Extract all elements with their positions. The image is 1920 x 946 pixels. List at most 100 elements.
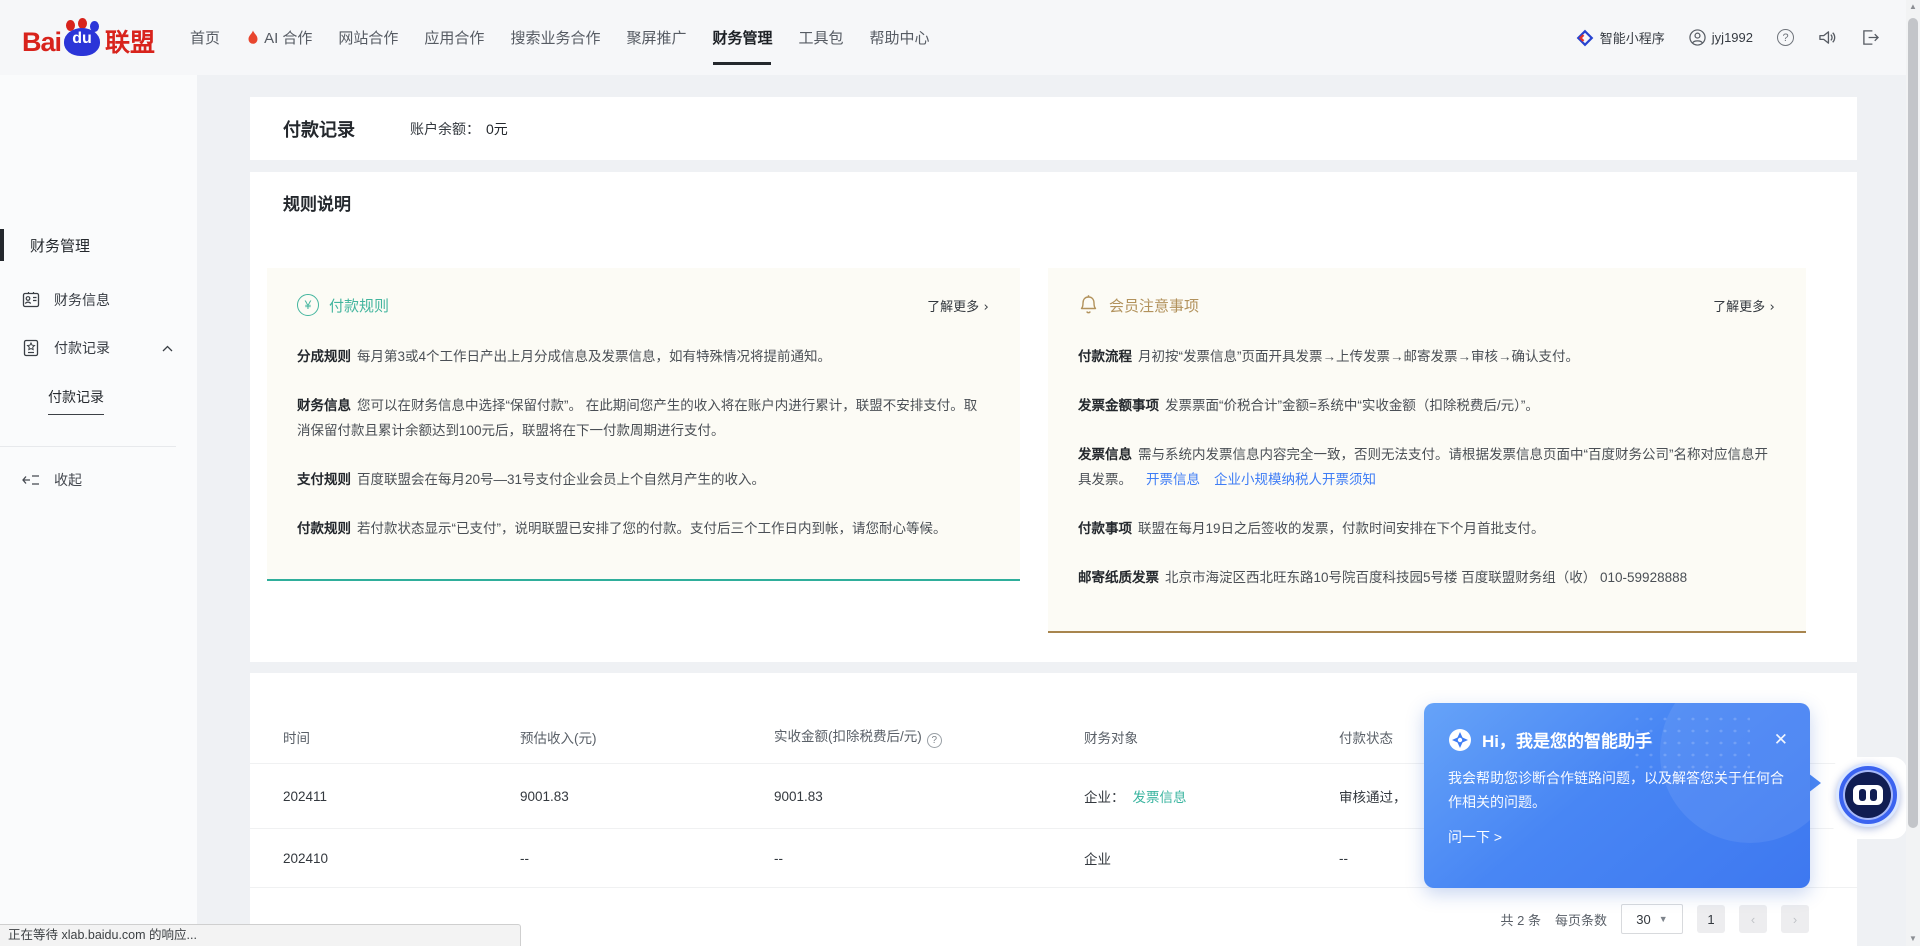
flame-icon: [246, 30, 260, 46]
logout-icon[interactable]: [1861, 29, 1880, 46]
browser-status-bar: 正在等待 xlab.baidu.com 的响应...: [0, 924, 521, 946]
total-count: 共 2 条: [1501, 910, 1541, 929]
cell-actual: --: [774, 851, 1084, 866]
rule-text: 若付款状态显示“已支付”，说明联盟已安排了您的付款。支付后三个工作日内到帐，请您…: [357, 521, 947, 536]
nav-item-search-biz[interactable]: 搜索业务合作: [497, 0, 613, 75]
payment-rules-title: 付款规则: [329, 295, 389, 316]
rule-label: 付款事项: [1078, 521, 1132, 536]
top-navbar: Bai du 联盟 首页 AI 合作 网站合作 应用合作 搜索业务合作 聚屏推广…: [0, 0, 1920, 75]
nav-item-ai[interactable]: AI 合作: [233, 0, 325, 75]
sidebar-active-indicator: [0, 229, 4, 261]
sidebar-item-finance-info[interactable]: 财务信息: [22, 290, 177, 310]
payment-rules-more-link[interactable]: 了解更多›: [927, 296, 990, 315]
next-page-button[interactable]: ›: [1781, 905, 1809, 933]
rule-label: 支付规则: [297, 472, 351, 487]
yen-circle-icon: ¥: [297, 294, 319, 316]
nav-item-home[interactable]: 首页: [177, 0, 233, 75]
scrollbar: ▲ ▼: [1906, 0, 1920, 946]
page-header-band: 付款记录 账户余额： 0元: [250, 97, 1857, 160]
speaker-icon[interactable]: [1818, 29, 1837, 46]
prev-page-button[interactable]: ‹: [1739, 905, 1767, 933]
invoice-info-row-link[interactable]: 发票信息: [1133, 790, 1187, 805]
scroll-down-arrow[interactable]: ▼: [1906, 932, 1920, 946]
bell-icon: [1078, 294, 1099, 316]
nav-item-help-center[interactable]: 帮助中心: [857, 0, 943, 75]
member-notes-card: 会员注意事项 了解更多› 付款流程月初按“发票信息”页面开具发票→上传发票→邮寄…: [1048, 268, 1806, 633]
cell-finance-object: 企业：发票信息: [1084, 786, 1339, 806]
page-number-button[interactable]: 1: [1697, 905, 1725, 933]
col-header-actual: 实收金额(扣除税费后/元)?: [774, 725, 1084, 748]
rule-text: 发票票面“价税合计”金额=系统中“实收金额（扣除税费后/元）”。: [1165, 398, 1539, 413]
nav-item-app[interactable]: 应用合作: [411, 0, 497, 75]
sidebar-item-payment-records[interactable]: 付款记录: [22, 338, 177, 358]
user-icon: [1689, 29, 1706, 46]
sidebar-title-finance[interactable]: 财务管理: [30, 235, 90, 256]
rule-label: 付款规则: [297, 521, 351, 536]
per-page-label: 每页条数: [1555, 910, 1607, 929]
small-taxpayer-guide-link[interactable]: 企业小规模纳税人开票须知: [1214, 472, 1376, 487]
close-icon[interactable]: ✕: [1774, 731, 1788, 748]
sidebar: 财务管理 财务信息 付款记录 付款记录 收起: [0, 75, 197, 946]
logo-text-du: du: [62, 30, 102, 48]
help-icon[interactable]: ?: [1777, 29, 1794, 46]
nav-item-juping[interactable]: 聚屏推广: [613, 0, 699, 75]
nav-item-finance[interactable]: 财务管理: [699, 0, 785, 75]
ask-link[interactable]: 问一下 >: [1424, 827, 1810, 847]
baidu-union-logo[interactable]: Bai du 联盟: [22, 18, 155, 58]
col-header-time: 时间: [283, 727, 520, 747]
rule-text: 百度联盟会在每月20号—31号支付企业会员上个自然月产生的收入。: [357, 472, 765, 487]
cell-time: 202411: [283, 789, 520, 804]
balance-label: 账户余额：: [410, 119, 480, 139]
rule-label: 分成规则: [297, 349, 351, 364]
cell-estimated: --: [520, 851, 774, 866]
main-menu: 首页 AI 合作 网站合作 应用合作 搜索业务合作 聚屏推广 财务管理 工具包 …: [177, 0, 942, 75]
rules-section-title: 规则说明: [283, 190, 351, 215]
rule-label: 邮寄纸质发票: [1078, 570, 1159, 585]
sidebar-collapse-button[interactable]: 收起: [22, 470, 82, 490]
sidebar-divider: [0, 446, 176, 447]
member-notes-more-link[interactable]: 了解更多›: [1713, 296, 1776, 315]
miniapp-diamond-icon: [1576, 29, 1594, 47]
scrollbar-thumb[interactable]: [1908, 18, 1918, 828]
rule-label: 付款流程: [1078, 349, 1132, 364]
logo-text-bai: Bai: [22, 27, 61, 58]
collapse-icon: [22, 473, 40, 487]
scroll-up-arrow[interactable]: ▲: [1906, 0, 1920, 14]
rule-label: 发票信息: [1078, 447, 1132, 462]
rule-label: 财务信息: [297, 398, 351, 413]
col-header-estimated: 预估收入(元): [520, 727, 774, 747]
page-title: 付款记录: [283, 116, 355, 142]
rules-section: 规则说明 ¥ 付款规则 了解更多› 分成规则每月第3或4个工作日产出上月分成信息…: [250, 172, 1857, 662]
invoice-info-link[interactable]: 开票信息: [1146, 472, 1200, 487]
collapse-label: 收起: [54, 470, 82, 490]
rule-text: 北京市海淀区西北旺东路10号院百度科技园5号楼 百度联盟财务组（收） 010-5…: [1165, 570, 1687, 585]
member-notes-title: 会员注意事项: [1109, 295, 1199, 316]
cell-time: 202410: [283, 851, 520, 866]
cell-finance-object: 企业: [1084, 848, 1339, 868]
rule-text: 每月第3或4个工作日产出上月分成信息及发票信息，如有特殊情况将提前通知。: [357, 349, 831, 364]
nav-item-website[interactable]: 网站合作: [325, 0, 411, 75]
sidebar-item-label: 财务信息: [54, 290, 110, 310]
rule-text: 您可以在财务信息中选择“保留付款”。 在此期间您产生的收入将在账户内进行累计，联…: [297, 398, 977, 438]
baidu-paw-icon: du: [62, 18, 102, 58]
assistant-title: Hi，我是您的智能助手: [1482, 727, 1652, 752]
nav-item-toolkit[interactable]: 工具包: [785, 0, 856, 75]
cell-estimated: 9001.83: [520, 789, 774, 804]
nav-right-tools: 智能小程序 jyj1992 ?: [1576, 0, 1880, 75]
sidebar-subitem-payment-records[interactable]: 付款记录: [48, 387, 104, 415]
question-circle-icon[interactable]: ?: [927, 733, 942, 748]
user-account[interactable]: jyj1992: [1689, 29, 1753, 46]
miniapp-entry[interactable]: 智能小程序: [1576, 28, 1665, 47]
chevron-up-icon[interactable]: [162, 345, 173, 352]
compass-icon: [1448, 728, 1472, 752]
pagination: 共 2 条 每页条数 30 ▼ 1 ‹ ›: [1501, 904, 1809, 934]
col-header-finance-object: 财务对象: [1084, 727, 1339, 747]
robot-avatar[interactable]: [1836, 763, 1900, 827]
rule-label: 发票金额事项: [1078, 398, 1159, 413]
rule-text: 联盟在每月19日之后签收的发票，付款时间安排在下个月首批支付。: [1138, 521, 1545, 536]
cell-actual: 9001.83: [774, 789, 1084, 804]
per-page-select[interactable]: 30 ▼: [1621, 904, 1683, 934]
assistant-body: 我会帮助您诊断合作链路问题，以及解答您关于任何合作相关的问题。: [1424, 766, 1810, 814]
balance-value: 0元: [486, 119, 508, 139]
finance-info-icon: [22, 291, 40, 309]
